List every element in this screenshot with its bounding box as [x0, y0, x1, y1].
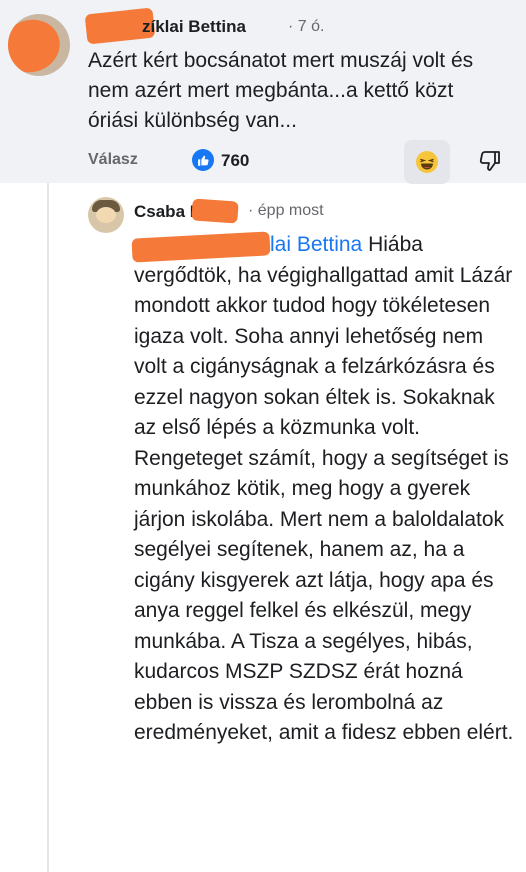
- comment-timestamp[interactable]: · 7 ó.: [288, 18, 324, 36]
- avatar[interactable]: [8, 14, 70, 76]
- redaction-mark: [131, 231, 271, 263]
- thumbs-down-icon[interactable]: [478, 149, 502, 173]
- thread-line: [47, 183, 49, 872]
- reaction-button[interactable]: [404, 140, 450, 184]
- redaction-mark: [191, 198, 239, 224]
- top-comment: zíklai Bettina · 7 ó. Azért kért bocsána…: [0, 0, 526, 184]
- avatar[interactable]: [88, 197, 124, 233]
- comment-text: Azért kért bocsánatot mert muszáj volt é…: [88, 49, 474, 132]
- mention-link[interactable]: lai Bettina: [131, 231, 362, 263]
- reply-button[interactable]: Válasz: [88, 151, 138, 169]
- laughing-emoji-icon: [416, 151, 438, 173]
- comment-text: lai Bettina Hiába vergődtök, ha végighal…: [131, 230, 514, 749]
- comment-author[interactable]: Csaba P: [134, 198, 239, 224]
- comment-author[interactable]: zíklai Bettina: [84, 7, 246, 45]
- redaction-mark: [8, 14, 67, 76]
- thumbs-up-icon: [192, 149, 214, 171]
- comment-timestamp[interactable]: · épp most: [248, 202, 324, 220]
- like-count[interactable]: 760: [221, 151, 249, 171]
